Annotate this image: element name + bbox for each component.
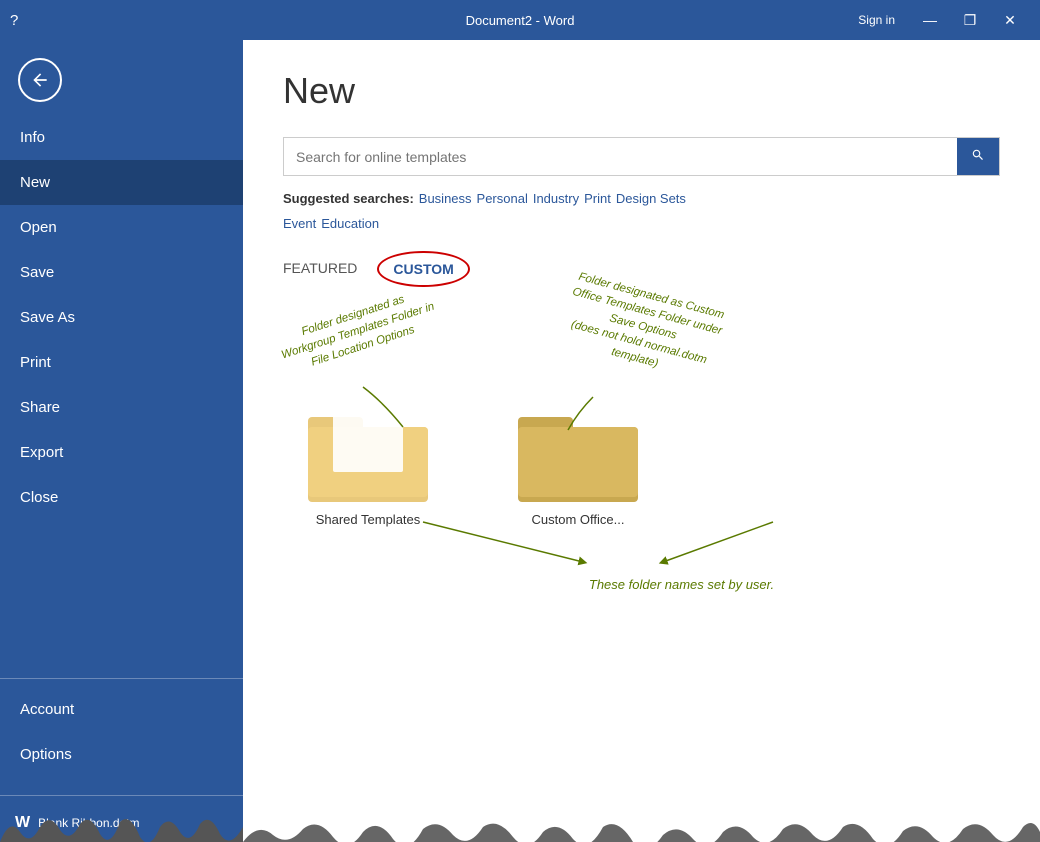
- main-content: New Suggested searches: Business Persona…: [243, 40, 1040, 842]
- sidebar-item-account[interactable]: Account: [0, 687, 243, 732]
- title-bar: ? Document2 - Word Sign in — ❐ ✕: [0, 0, 1040, 40]
- sidebar-item-info[interactable]: Info: [0, 115, 243, 160]
- page-title: New: [283, 70, 1000, 112]
- suggested-design-sets[interactable]: Design Sets: [616, 191, 686, 206]
- minimize-button[interactable]: —: [910, 0, 950, 40]
- close-button[interactable]: ✕: [990, 0, 1030, 40]
- folder-note-left: Folder designated asWorkgroup Templates …: [260, 279, 456, 384]
- suggested-label: Suggested searches:: [283, 191, 414, 206]
- sidebar-item-share[interactable]: Share: [0, 385, 243, 430]
- tab-custom[interactable]: CUSTOM: [377, 251, 469, 287]
- arrow-left-icon: [353, 382, 413, 432]
- window-controls: Sign in — ❐ ✕: [858, 0, 1030, 40]
- back-button[interactable]: [10, 50, 70, 110]
- search-icon: [971, 148, 985, 162]
- torn-edge-sidebar: [0, 812, 243, 842]
- suggested-industry[interactable]: Industry: [533, 191, 579, 206]
- arrow-right-icon: [553, 392, 603, 432]
- sidebar-item-print[interactable]: Print: [0, 340, 243, 385]
- help-button[interactable]: ?: [10, 12, 18, 29]
- tab-featured[interactable]: FEATURED: [283, 255, 357, 283]
- sidebar-divider-1: [0, 678, 243, 679]
- suggested-personal[interactable]: Personal: [477, 191, 528, 206]
- sign-in-label[interactable]: Sign in: [858, 0, 895, 40]
- shared-templates-folder[interactable]: Folder designated asWorkgroup Templates …: [303, 397, 433, 527]
- sidebar-divider-2: [0, 795, 243, 796]
- search-bar: [283, 137, 1000, 176]
- back-arrow-icon: [30, 70, 50, 90]
- app-layout: Info New Open Save Save As Print Share E…: [0, 40, 1040, 842]
- template-tabs: FEATURED CUSTOM: [283, 251, 1000, 287]
- sidebar-item-open[interactable]: Open: [0, 205, 243, 250]
- sidebar-bottom: Account Options: [0, 687, 243, 777]
- suggested-searches: Suggested searches: Business Personal In…: [283, 191, 1000, 231]
- sidebar-item-export[interactable]: Export: [0, 430, 243, 475]
- bottom-annotation-area: These folder names set by user.: [283, 547, 1000, 592]
- search-button[interactable]: [957, 138, 999, 175]
- suggested-print[interactable]: Print: [584, 191, 611, 206]
- suggested-business[interactable]: Business: [419, 191, 472, 206]
- sidebar-item-save-as[interactable]: Save As: [0, 295, 243, 340]
- torn-bottom-edge: [243, 817, 1040, 842]
- sidebar-item-save[interactable]: Save: [0, 250, 243, 295]
- bottom-note: These folder names set by user.: [363, 547, 1000, 592]
- sidebar-item-new[interactable]: New: [0, 160, 243, 205]
- sidebar-nav: Info New Open Save Save As Print Share E…: [0, 115, 243, 670]
- search-input[interactable]: [284, 139, 957, 175]
- suggested-education[interactable]: Education: [321, 216, 379, 231]
- sidebar-item-close[interactable]: Close: [0, 475, 243, 520]
- sidebar: Info New Open Save Save As Print Share E…: [0, 40, 243, 842]
- maximize-button[interactable]: ❐: [950, 0, 990, 40]
- custom-office-folder[interactable]: Folder designated as CustomOffice Templa…: [513, 397, 643, 527]
- templates-area: Folder designated asWorkgroup Templates …: [283, 317, 1000, 592]
- suggested-event[interactable]: Event: [283, 216, 316, 231]
- window-title: Document2 - Word: [466, 13, 575, 28]
- sidebar-item-options[interactable]: Options: [0, 732, 243, 777]
